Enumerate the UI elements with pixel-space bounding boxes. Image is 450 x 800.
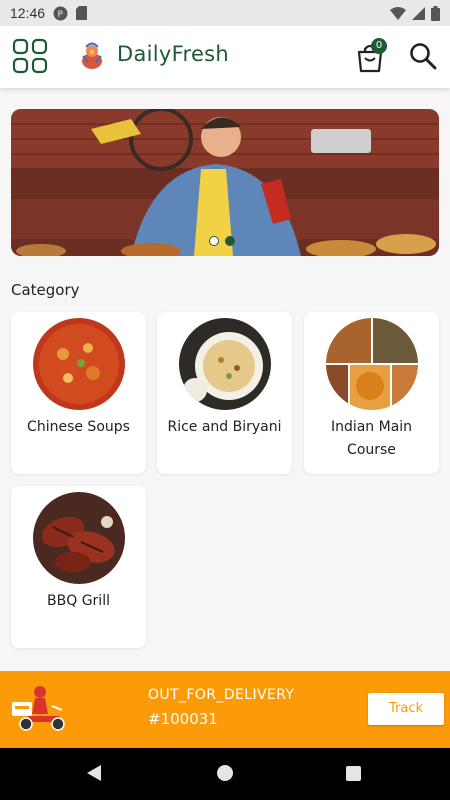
banner-image — [11, 109, 439, 256]
category-heading: Category — [11, 281, 80, 299]
track-button[interactable]: Track — [368, 693, 444, 725]
cell-signal-icon — [412, 6, 425, 20]
svg-text:P: P — [58, 10, 64, 20]
back-icon[interactable] — [85, 764, 103, 782]
sd-card-icon — [76, 6, 88, 20]
category-image — [179, 318, 271, 410]
status-bar: 12:46 P — [0, 0, 450, 26]
promo-banner[interactable] — [11, 109, 439, 256]
home-icon[interactable] — [217, 765, 233, 781]
category-label: Indian Main Course — [330, 419, 413, 458]
recents-icon[interactable] — [346, 766, 361, 781]
wifi-icon — [390, 6, 406, 20]
notification-icon: P — [53, 6, 68, 20]
category-card-bbq-grill[interactable]: BBQ Grill — [11, 486, 146, 648]
app-bar: DailyFresh 0 — [0, 26, 450, 88]
category-image — [33, 492, 125, 584]
category-image — [326, 318, 418, 410]
category-label: Rice and Biryani — [167, 419, 282, 435]
battery-icon — [431, 5, 440, 21]
banner-dot-1[interactable] — [209, 236, 219, 246]
category-card-chinese-soups[interactable]: Chinese Soups — [11, 312, 146, 474]
banner-pagination — [209, 236, 235, 246]
category-card-rice-biryani[interactable]: Rice and Biryani — [157, 312, 292, 474]
banner-dot-2[interactable] — [225, 236, 235, 246]
category-label: BBQ Grill — [47, 593, 110, 609]
status-time: 12:46 — [10, 5, 46, 21]
app-logo-icon — [82, 42, 102, 69]
category-card-indian-main-course[interactable]: Indian Main Course — [304, 312, 439, 474]
search-icon[interactable] — [408, 41, 438, 71]
order-id: #100031 — [148, 710, 218, 728]
scooter-icon — [12, 686, 65, 731]
category-label: Chinese Soups — [27, 419, 130, 435]
grid-menu-icon[interactable] — [12, 38, 48, 74]
cart-count-badge: 0 — [371, 38, 387, 54]
delivery-status-text: OUT_FOR_DELIVERY — [148, 687, 295, 703]
category-image — [33, 318, 125, 410]
app-title: DailyFresh — [117, 42, 230, 66]
